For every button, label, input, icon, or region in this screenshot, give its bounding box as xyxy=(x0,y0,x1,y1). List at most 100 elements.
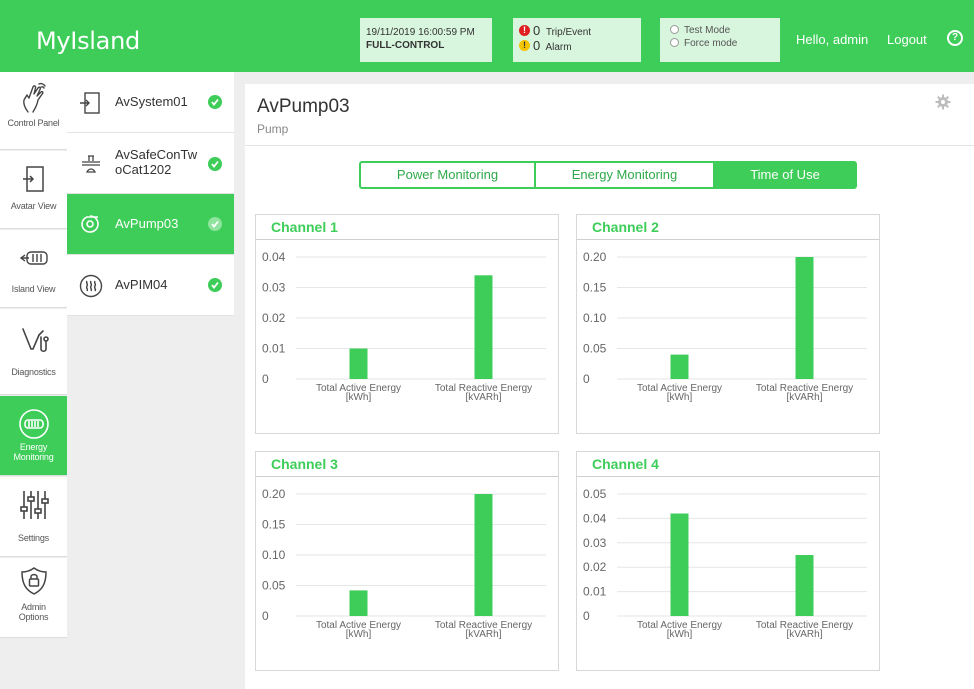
x-tick-label: [kVARh] xyxy=(466,629,502,640)
tab-energy-monitoring[interactable]: Energy Monitoring xyxy=(536,163,715,187)
bar xyxy=(795,555,814,616)
y-tick-label: 0.03 xyxy=(262,281,286,295)
nav-energy-monitoring[interactable]: Energy Monitoring xyxy=(0,396,67,476)
test-mode-label: Test Mode xyxy=(684,25,731,36)
bar xyxy=(795,257,814,379)
bar xyxy=(670,354,689,379)
x-tick-label: [kVARh] xyxy=(787,629,823,640)
event-alarm-panel[interactable]: ! 0 Trip/Event ! 0 Alarm xyxy=(513,18,641,62)
chart-title: Channel 2 xyxy=(592,219,659,235)
nav-label: Control Panel xyxy=(7,118,60,128)
bar xyxy=(349,348,368,379)
x-tick-label: [kWh] xyxy=(667,392,693,403)
status-ok-icon xyxy=(208,157,222,171)
y-tick-label: 0.05 xyxy=(262,579,286,593)
y-tick-label: 0.04 xyxy=(262,250,286,264)
tab-power-monitoring[interactable]: Power Monitoring xyxy=(361,163,536,187)
conveyor-icon xyxy=(82,155,100,173)
device-item-avpim04[interactable]: AvPIM04 xyxy=(67,255,234,316)
app-title: MyIsland xyxy=(36,27,140,55)
device-name-line1: AvSafeConTw xyxy=(115,147,198,162)
hand-touch-icon xyxy=(22,82,46,113)
y-tick-label: 0 xyxy=(262,609,269,623)
mode-panel: Test Mode Force mode xyxy=(660,18,780,62)
nav-label: Energy Monitoring xyxy=(13,442,54,462)
status-ok-icon xyxy=(208,95,222,109)
y-tick-label: 0.20 xyxy=(583,250,607,264)
chart-title: Channel 3 xyxy=(271,456,338,472)
device-name: AvSystem01 xyxy=(115,94,188,109)
device-name-line2: oCat1202 xyxy=(115,162,172,177)
y-tick-label: 0 xyxy=(262,372,269,386)
nav-admin-options[interactable]: Admin Options xyxy=(0,558,67,638)
y-tick-label: 0 xyxy=(583,372,590,386)
nav-label: Island View xyxy=(11,284,56,294)
bar xyxy=(670,513,689,616)
device-name: AvSafeConTw oCat1202 xyxy=(115,147,205,177)
alarm-row[interactable]: ! 0 Alarm xyxy=(519,38,641,54)
device-item-avpump03[interactable]: AvPump03 xyxy=(67,194,234,255)
status-ok-icon xyxy=(208,217,222,231)
bar xyxy=(349,590,368,616)
gear-icon[interactable] xyxy=(935,94,951,110)
y-tick-label: 0 xyxy=(583,609,590,623)
logout-link[interactable]: Logout xyxy=(887,32,927,47)
pump-icon xyxy=(81,215,99,233)
x-tick-label: [kVARh] xyxy=(787,392,823,403)
y-tick-label: 0.15 xyxy=(583,281,607,295)
force-mode-radio[interactable] xyxy=(670,38,679,47)
nav-island-view[interactable]: Island View xyxy=(0,230,67,308)
nav-settings[interactable]: Settings xyxy=(0,477,67,557)
bar-chart: 00.050.100.150.20Total Active Energy[kWh… xyxy=(583,250,867,403)
help-icon[interactable]: ? xyxy=(947,30,963,46)
channel-card: Channel 2 0 0.05 0.10 0.15 0.20 Total Active … xyxy=(576,214,880,434)
datetime-panel: 19/11/2019 16:00:59 PM FULL-CONTROL xyxy=(360,18,492,62)
nav-label: Settings xyxy=(18,533,49,543)
left-nav: Control Panel Avatar View Island View Di… xyxy=(0,72,67,689)
x-tick-label: [kWh] xyxy=(346,629,372,640)
test-mode-radio[interactable] xyxy=(670,25,679,34)
tab-time-of-use[interactable]: Time of Use xyxy=(715,163,855,187)
nav-label: Admin Options xyxy=(18,602,49,622)
test-mode-option[interactable]: Test Mode xyxy=(670,24,780,37)
energy-meter-icon xyxy=(18,409,49,439)
monitoring-tabs: Power Monitoring Energy Monitoring Time … xyxy=(359,161,857,189)
main-panel: AvPump03 Pump Power Monitoring Energy Mo… xyxy=(245,84,974,689)
bar xyxy=(474,494,493,616)
device-list: AvSystem01 AvSafeConTw oCat1202 AvPump03 … xyxy=(67,72,234,316)
user-greeting: Hello, admin xyxy=(796,32,869,47)
device-item-avsafecontwocat1202[interactable]: AvSafeConTw oCat1202 xyxy=(67,133,234,194)
alarm-label: Alarm xyxy=(545,42,572,53)
chart-title-divider xyxy=(256,239,558,240)
bar-chart: 00.010.020.030.04Total Active Energy[kWh… xyxy=(262,250,546,403)
avatar-icon xyxy=(80,92,100,114)
y-tick-label: 0.15 xyxy=(262,518,286,532)
chart-title-divider xyxy=(577,239,879,240)
avatar-icon xyxy=(22,166,44,192)
datetime-text: 19/11/2019 16:00:59 PM xyxy=(366,27,475,38)
y-tick-label: 0.05 xyxy=(583,342,607,356)
y-tick-label: 0.05 xyxy=(583,487,607,501)
chart-title: Channel 4 xyxy=(592,456,659,472)
y-tick-label: 0.04 xyxy=(583,511,607,525)
stethoscope-icon xyxy=(21,328,49,353)
x-tick-label: [kWh] xyxy=(346,392,372,403)
y-tick-label: 0.03 xyxy=(583,536,607,550)
bar-chart: 00.010.020.030.040.05Total Active Energy… xyxy=(583,487,867,640)
island-icon xyxy=(19,251,48,265)
force-mode-option[interactable]: Force mode xyxy=(670,37,780,50)
trip-alert-icon: ! xyxy=(519,25,530,36)
nav-diagnostics[interactable]: Diagnostics xyxy=(0,309,67,395)
sliders-icon xyxy=(19,491,49,519)
nav-avatar-view[interactable]: Avatar View xyxy=(0,151,67,229)
y-tick-label: 0.10 xyxy=(262,548,286,562)
alarm-count: 0 xyxy=(533,38,541,53)
chart-title-divider xyxy=(577,476,879,477)
y-tick-label: 0.01 xyxy=(262,342,286,356)
trip-event-row[interactable]: ! 0 Trip/Event xyxy=(519,24,641,39)
nav-control-panel[interactable]: Control Panel xyxy=(0,72,67,150)
device-item-avsystem01[interactable]: AvSystem01 xyxy=(67,72,234,133)
chart-title-divider xyxy=(256,476,558,477)
top-bar: MyIsland 19/11/2019 16:00:59 PM FULL-CON… xyxy=(0,0,974,72)
trip-label: Trip/Event xyxy=(545,27,592,38)
